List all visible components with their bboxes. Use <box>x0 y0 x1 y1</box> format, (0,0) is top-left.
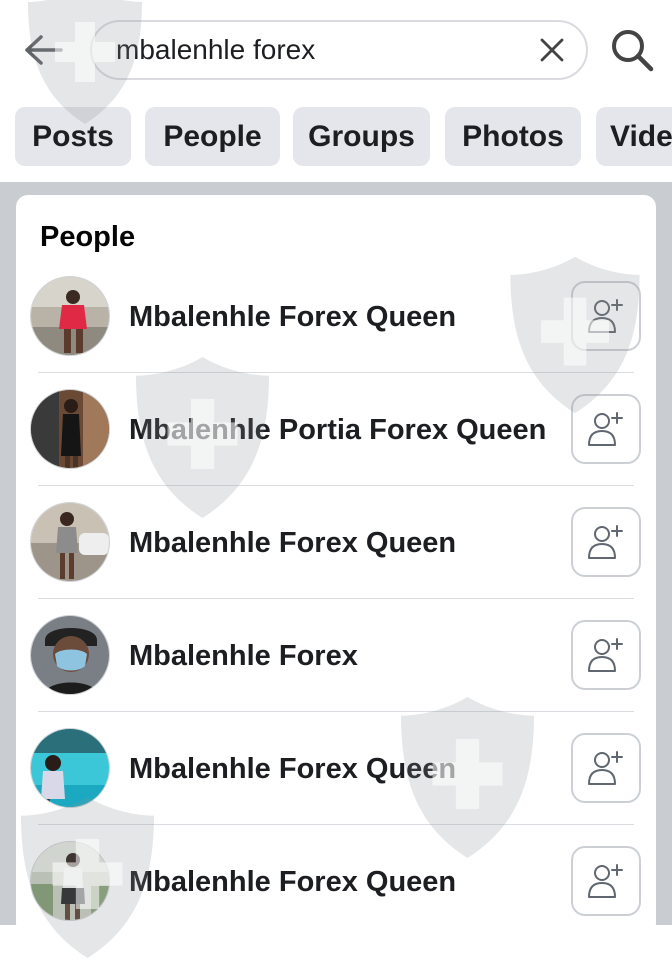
search-filter-bar: Posts People Groups Photos Videos <box>0 100 672 182</box>
add-friend-icon <box>588 864 623 898</box>
add-friend-button[interactable] <box>571 394 641 464</box>
person-name[interactable]: Mbalenhle Forex Queen <box>129 486 549 599</box>
add-friend-icon <box>588 412 623 446</box>
search-button[interactable] <box>604 24 660 76</box>
arrow-left-icon <box>25 35 63 65</box>
avatar[interactable] <box>30 841 110 921</box>
filter-chip-groups[interactable]: Groups <box>293 107 430 166</box>
filter-chip-people[interactable]: People <box>145 107 280 166</box>
person-result[interactable]: Mbalenhle Forex Queen <box>16 825 656 938</box>
back-button[interactable] <box>20 30 66 70</box>
search-header <box>0 0 672 100</box>
add-friend-button[interactable] <box>571 281 641 351</box>
filter-chip-videos[interactable]: Videos <box>596 107 672 166</box>
people-results-card: People Mbalenhle Forex Queen Mbalenhle P… <box>16 195 656 935</box>
avatar[interactable] <box>30 389 110 469</box>
add-friend-button[interactable] <box>571 620 641 690</box>
avatar[interactable] <box>30 276 110 356</box>
add-friend-icon <box>588 638 623 672</box>
close-icon <box>540 38 564 62</box>
person-result[interactable]: Mbalenhle Forex <box>16 599 656 712</box>
avatar[interactable] <box>30 728 110 808</box>
add-friend-icon <box>588 299 623 333</box>
person-name[interactable]: Mbalenhle Forex Queen <box>129 260 549 373</box>
add-friend-button[interactable] <box>571 733 641 803</box>
person-name[interactable]: Mbalenhle Portia Forex Queen <box>129 373 549 486</box>
filter-chip-photos[interactable]: Photos <box>445 107 581 166</box>
person-result[interactable]: Mbalenhle Forex Queen <box>16 486 656 599</box>
person-name[interactable]: Mbalenhle Forex Queen <box>129 712 549 825</box>
search-icon <box>612 30 654 72</box>
person-result[interactable]: Mbalenhle Forex Queen <box>16 260 656 373</box>
person-result[interactable]: Mbalenhle Portia Forex Queen <box>16 373 656 486</box>
filter-chip-posts[interactable]: Posts <box>15 107 131 166</box>
add-friend-button[interactable] <box>571 846 641 916</box>
person-name[interactable]: Mbalenhle Forex Queen <box>129 825 549 938</box>
add-friend-icon <box>588 751 623 785</box>
avatar[interactable] <box>30 502 110 582</box>
add-friend-icon <box>588 525 623 559</box>
avatar[interactable] <box>30 615 110 695</box>
search-box <box>90 20 588 80</box>
person-result[interactable]: Mbalenhle Forex Queen <box>16 712 656 825</box>
clear-search-button[interactable] <box>536 34 568 66</box>
person-name[interactable]: Mbalenhle Forex <box>129 599 549 712</box>
search-input[interactable] <box>116 22 516 78</box>
add-friend-button[interactable] <box>571 507 641 577</box>
section-title: People <box>40 221 136 253</box>
